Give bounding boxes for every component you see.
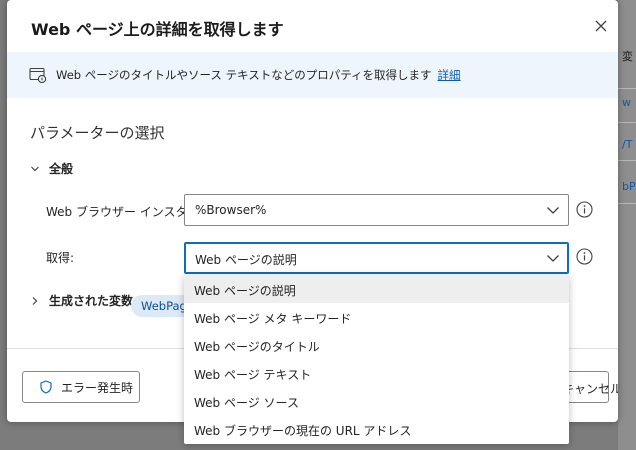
info-bar: Web ページのタイトルやソース テキストなどのプロパティを取得します 詳細: [7, 52, 618, 98]
on-error-button[interactable]: エラー発生時: [22, 371, 140, 403]
background-fragment: /T: [622, 138, 633, 151]
close-button[interactable]: [591, 16, 611, 36]
dropdown-option-label: Web ページのタイトル: [194, 340, 320, 354]
info-text: Web ページのタイトルやソース テキストなどのプロパティを取得します 詳細: [56, 67, 461, 83]
background-fragment: w: [622, 96, 631, 109]
generated-variables-label: 生成された変数: [49, 294, 134, 308]
general-group-toggle[interactable]: 全般: [29, 160, 73, 177]
cancel-label: キャンセル: [562, 382, 618, 396]
shield-icon: [40, 380, 52, 394]
background-fragment: bP: [622, 180, 636, 193]
background-divider: [618, 88, 636, 89]
dropdown-option-label: Web ブラウザーの現在の URL アドレス: [194, 424, 412, 438]
get-property-dropdown[interactable]: Web ページの説明: [184, 242, 569, 274]
dropdown-option-label: Web ページ テキスト: [194, 368, 312, 382]
chevron-down-icon: [31, 166, 39, 171]
background-app-right-edge: 変 w /T bP: [618, 0, 636, 450]
dropdown-option-label: Web ページの説明: [194, 284, 296, 298]
close-icon: [595, 20, 607, 32]
generated-variables-toggle[interactable]: 生成された変数: [29, 292, 133, 309]
browser-instance-dropdown[interactable]: %Browser%: [184, 194, 569, 226]
chevron-right-icon: [32, 296, 38, 305]
background-divider: [618, 160, 636, 161]
dropdown-option-current-url[interactable]: Web ブラウザーの現在の URL アドレス: [184, 415, 569, 443]
dropdown-option-description[interactable]: Web ページの説明: [184, 275, 569, 303]
dialog-title: Web ページ上の詳細を取得します: [31, 20, 284, 39]
dropdown-option-title[interactable]: Web ページのタイトル: [184, 331, 569, 359]
chevron-down-icon: [547, 255, 559, 262]
chevron-down-icon: [547, 207, 559, 214]
on-error-label: エラー発生時: [61, 380, 134, 395]
get-property-value: Web ページの説明: [195, 253, 297, 267]
dropdown-option-source[interactable]: Web ページ ソース: [184, 387, 569, 415]
section-title: パラメーターの選択: [30, 124, 165, 142]
general-group-label: 全般: [49, 162, 74, 176]
dropdown-option-text[interactable]: Web ページ テキスト: [184, 359, 569, 387]
info-circle-icon[interactable]: [576, 248, 593, 265]
background-divider: [618, 203, 636, 204]
background-divider: [618, 122, 636, 123]
info-circle-icon[interactable]: [576, 201, 593, 218]
background-fragment: 変: [622, 50, 633, 63]
get-property-label: 取得:: [46, 251, 75, 265]
dropdown-option-meta-keywords[interactable]: Web ページ メタ キーワード: [184, 303, 569, 331]
dropdown-option-label: Web ページ メタ キーワード: [194, 312, 352, 326]
get-property-options-list: Web ページの説明 Web ページ メタ キーワード Web ページのタイトル…: [184, 275, 569, 444]
learn-more-link[interactable]: 詳細: [438, 68, 461, 82]
web-page-info-icon: [29, 67, 47, 83]
info-description: Web ページのタイトルやソース テキストなどのプロパティを取得します: [56, 68, 432, 82]
browser-instance-value: %Browser%: [195, 203, 267, 217]
dropdown-option-label: Web ページ ソース: [194, 396, 299, 410]
